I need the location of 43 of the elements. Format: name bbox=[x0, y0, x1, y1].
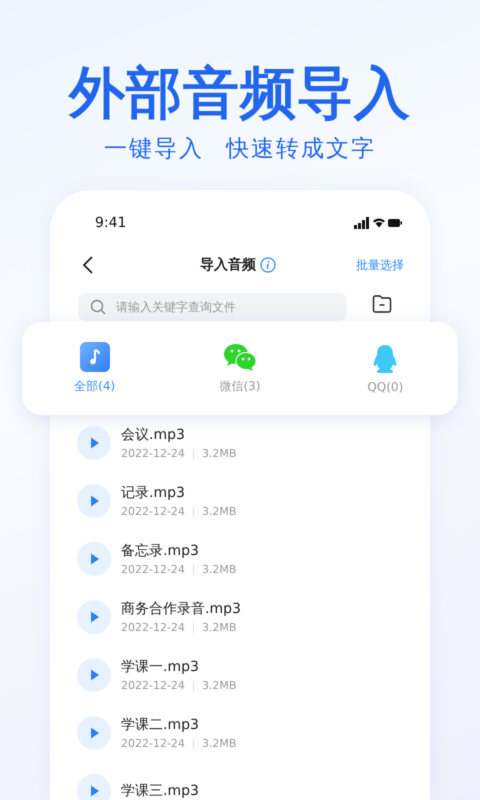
file-date: 2022-12-24 bbox=[121, 504, 185, 518]
folder-icon[interactable] bbox=[372, 295, 392, 313]
search-field[interactable]: 请输入关键字查询文件 bbox=[78, 293, 347, 321]
music-note-icon bbox=[80, 342, 110, 372]
file-size: 3.2MB bbox=[202, 736, 236, 750]
file-name: 商务合作录音.mp3 bbox=[121, 600, 241, 618]
subheadline: 一键导入 bbox=[104, 135, 204, 164]
file-size: 3.2MB bbox=[202, 504, 236, 518]
info-icon[interactable] bbox=[260, 257, 276, 273]
file-size: 3.2MB bbox=[202, 678, 236, 692]
play-button[interactable] bbox=[77, 484, 111, 518]
page-title: 导入音频 bbox=[200, 256, 256, 274]
play-button[interactable] bbox=[77, 774, 111, 800]
file-size: 3.2MB bbox=[202, 562, 236, 576]
subheadline: 快速转成文字 bbox=[226, 135, 376, 164]
file-name: 会议.mp3 bbox=[121, 426, 186, 444]
source-tab[interactable]: 微信(3) bbox=[194, 342, 285, 395]
file-date: 2022-12-24 bbox=[121, 562, 185, 576]
play-button[interactable] bbox=[77, 658, 111, 692]
file-date: 2022-12-24 bbox=[121, 736, 185, 750]
file-name: 学课一.mp3 bbox=[121, 658, 200, 676]
search-icon bbox=[90, 299, 106, 315]
file-date: 2022-12-24 bbox=[121, 446, 185, 460]
chat-bubbles-icon bbox=[222, 343, 257, 371]
file-name: 备忘录.mp3 bbox=[121, 542, 200, 560]
file-date: 2022-12-24 bbox=[121, 620, 185, 634]
source-tab[interactable]: 全部(4) bbox=[50, 342, 140, 395]
file-name: 记录.mp3 bbox=[121, 484, 186, 502]
source-tab[interactable]: QQ(0) bbox=[340, 344, 430, 394]
batch-select-link[interactable]: 批量选择 bbox=[356, 256, 404, 274]
status-time: 9:41 bbox=[95, 215, 126, 231]
play-button[interactable] bbox=[77, 426, 111, 460]
file-size: 3.2MB bbox=[202, 620, 236, 634]
file-date: 2022-12-24 bbox=[121, 678, 185, 692]
file-name: 学课二.mp3 bbox=[121, 716, 200, 734]
file-name: 学课三.mp3 bbox=[121, 782, 199, 800]
play-button[interactable] bbox=[77, 716, 111, 750]
headline: 外部音频导入 bbox=[69, 62, 411, 126]
play-button[interactable] bbox=[77, 542, 111, 576]
file-size: 3.2MB bbox=[202, 446, 236, 460]
status-icons bbox=[354, 217, 402, 229]
back-icon[interactable] bbox=[82, 256, 94, 274]
play-button[interactable] bbox=[77, 600, 111, 634]
